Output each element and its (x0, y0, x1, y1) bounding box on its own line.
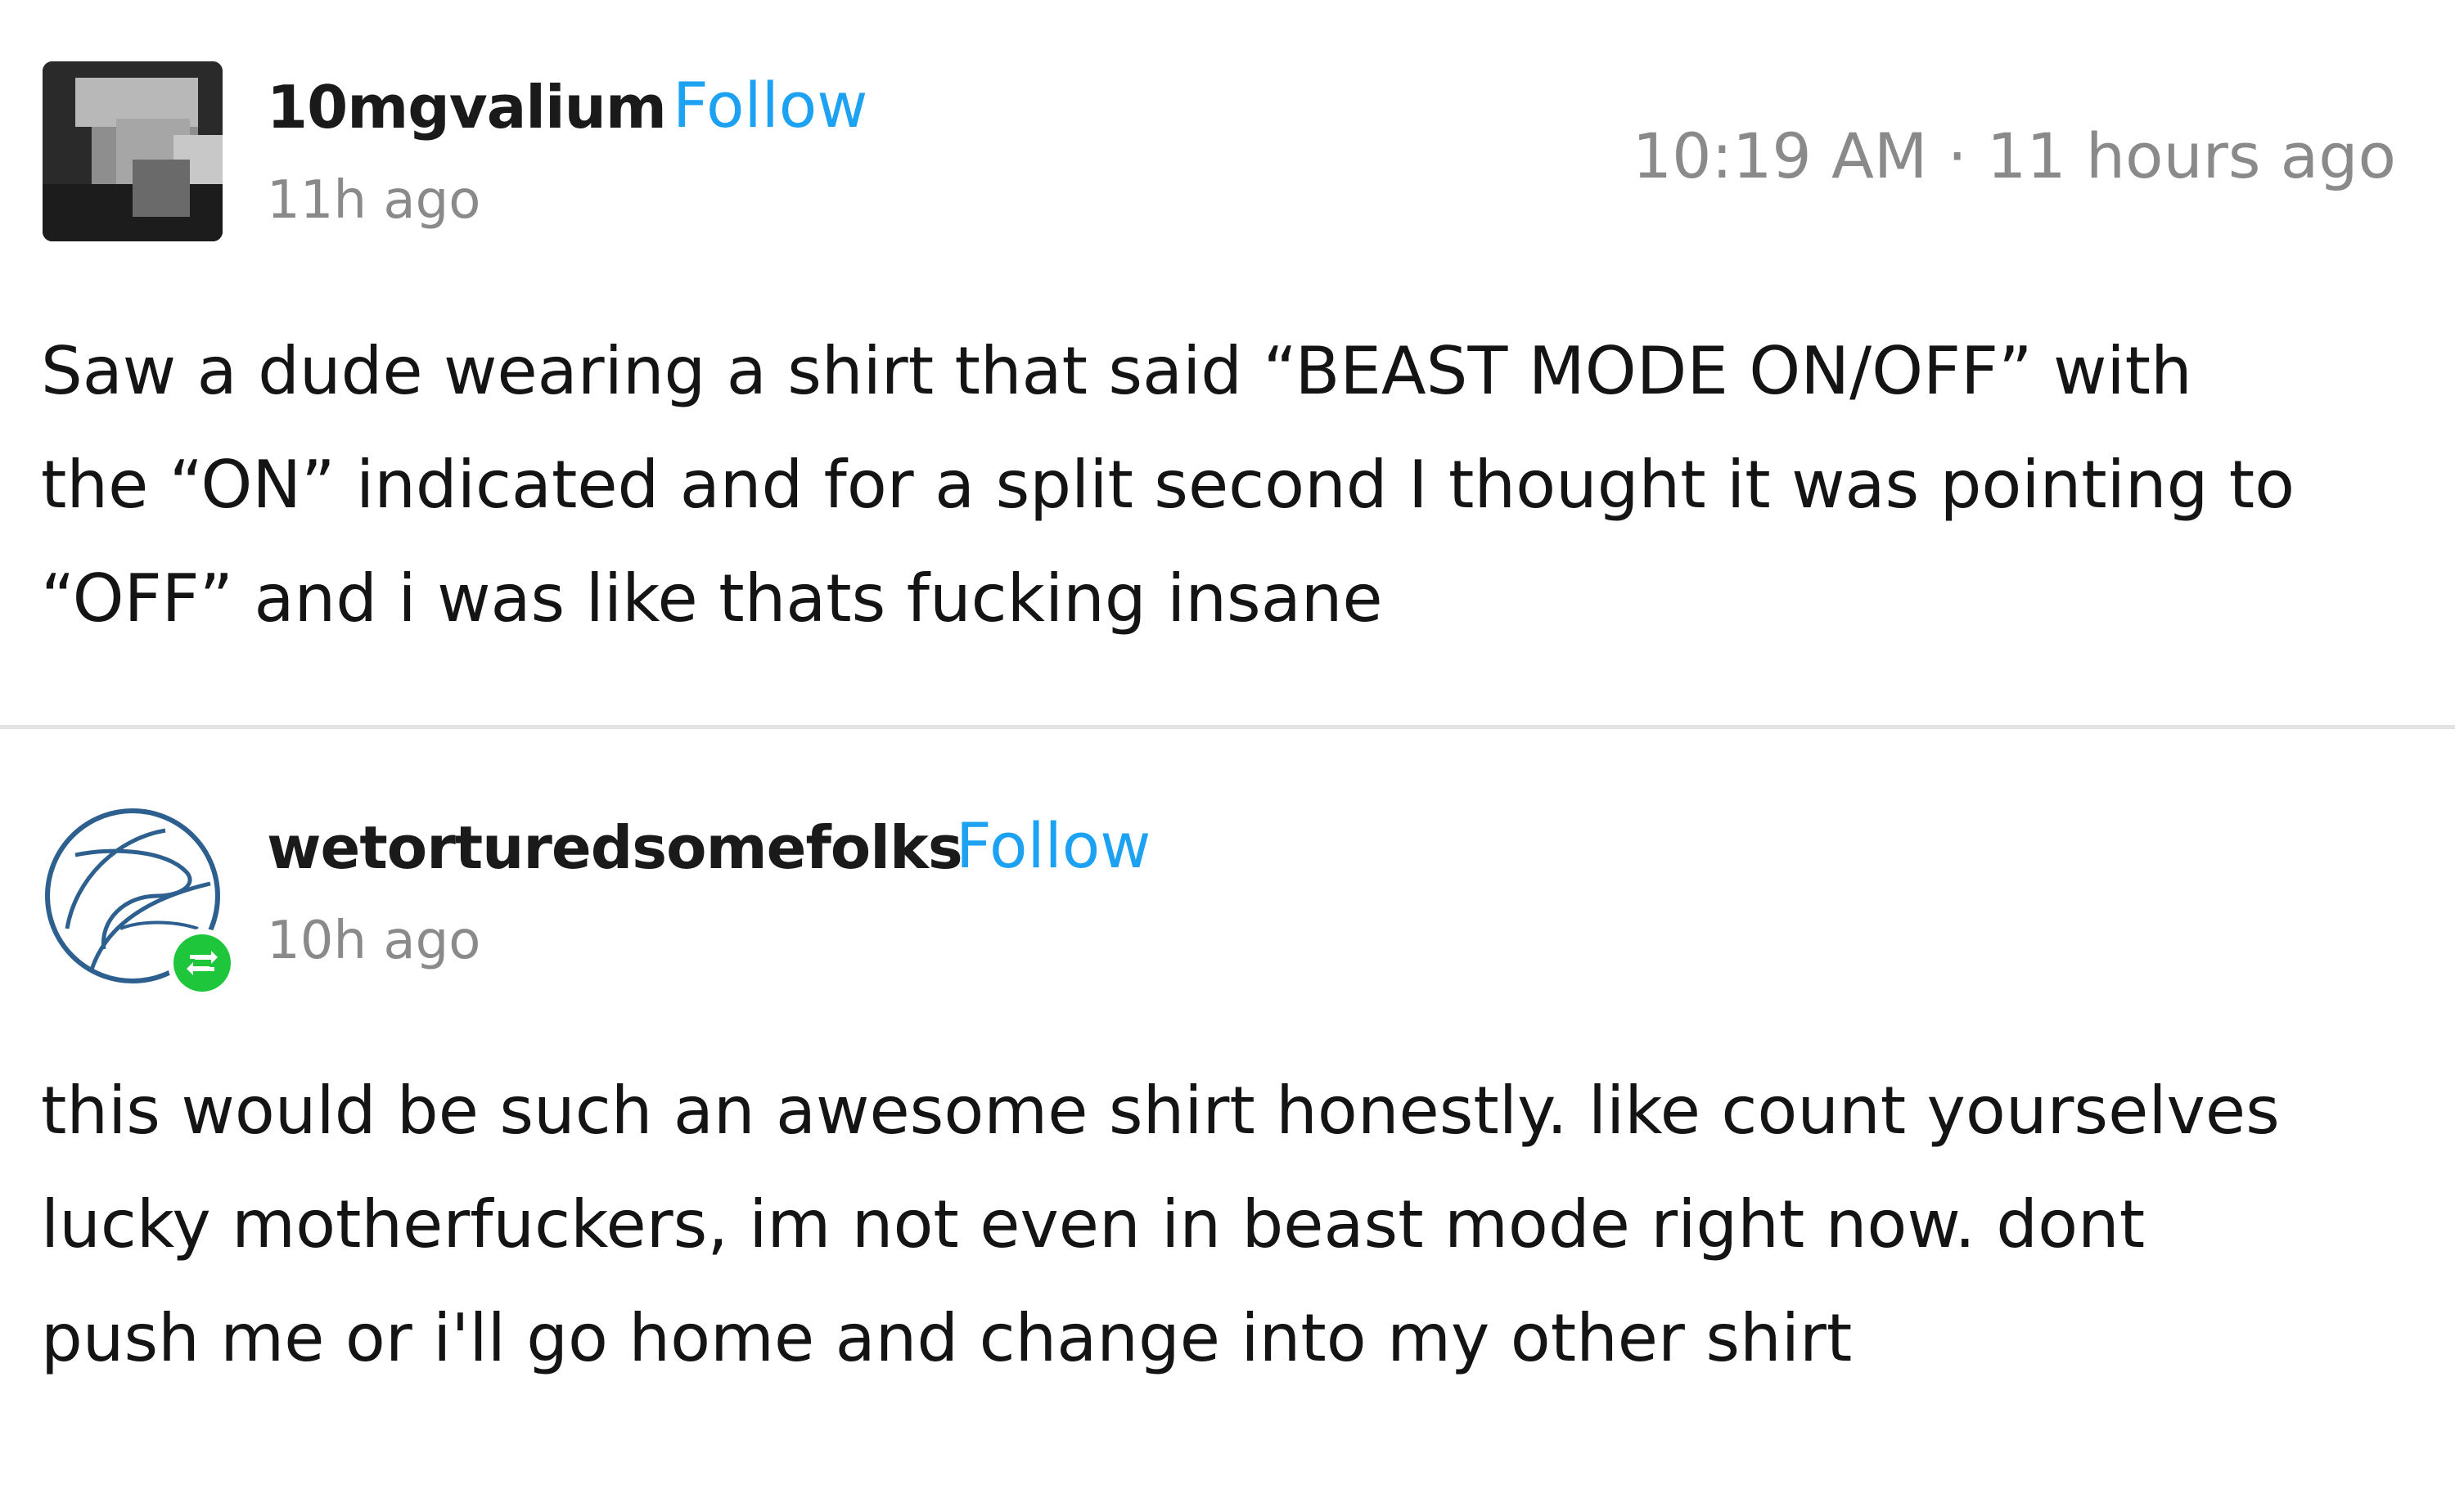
reblog-arrows-icon (187, 951, 218, 975)
follow-button-2[interactable]: Follow (956, 815, 1151, 877)
avatar[interactable] (43, 61, 223, 241)
reblog-body: this would be such an awesome shirt hone… (41, 1073, 2280, 1376)
post-time-ago: 11h ago (267, 170, 481, 231)
follow-button[interactable]: Follow (673, 74, 867, 137)
post-divider (0, 725, 2455, 729)
tumblr-thread: 10mgvalium Follow 11h ago 10:19 AM · 11 … (0, 0, 2455, 1512)
reblog-time-ago: 10h ago (267, 911, 481, 971)
reblog-username[interactable]: wetorturedsomefolks (267, 818, 963, 877)
post-username[interactable]: 10mgvalium (267, 78, 667, 137)
post-timestamp: 10:19 AM · 11 hours ago (1632, 119, 2396, 192)
post-1: 10mgvalium Follow 11h ago 10:19 AM · 11 … (0, 0, 2455, 727)
post-body: Saw a dude wearing a shirt that said “BE… (41, 333, 2295, 637)
reblog-icon (168, 929, 236, 997)
